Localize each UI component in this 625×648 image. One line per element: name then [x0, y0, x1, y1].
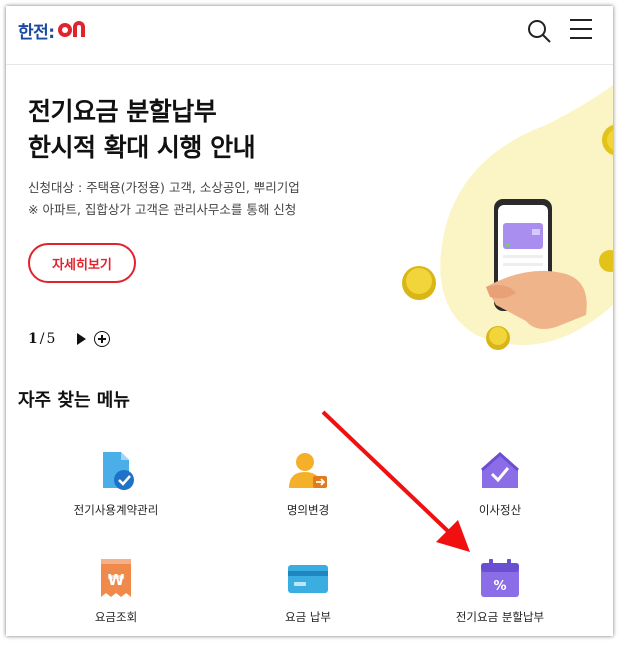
play-icon[interactable] — [77, 333, 87, 345]
banner-target-text: 신청대상 : 주택용(가정용) 고객, 소상공인, 뿌리기업 — [28, 180, 300, 195]
logo[interactable]: 한전: — [18, 18, 93, 43]
menu-item-bill-payment[interactable]: 요금 납부 — [218, 555, 398, 625]
app-frame: 한전: 전기요금 분할납부 한시적 확대 시행 안내 신청대상: 주택용(가정… — [6, 6, 613, 636]
header: 한전: — [6, 6, 613, 65]
menu-item-label: 전기사용계약관리 — [73, 503, 159, 517]
menu-item-name-change[interactable]: 명의변경 — [218, 448, 398, 518]
logo-on-mark — [57, 21, 93, 39]
view-details-button[interactable]: 자세히보기 — [28, 243, 136, 283]
banner-subtitle: 신청대상 : 주택용(가정용) 고객, 소상공인, 뿌리기업 ※ 아파트, 집합… — [28, 177, 300, 221]
calendar-percent-icon: % — [477, 555, 523, 601]
banner-title-line2: 한시적 확대 시행 안내 — [28, 133, 256, 162]
person-change-icon — [285, 448, 331, 494]
pager-separator: / — [39, 331, 45, 347]
receipt-won-icon: ₩ — [93, 555, 139, 601]
plus-circle-icon[interactable] — [94, 331, 111, 347]
menu-item-label: 요금조회 — [94, 610, 138, 624]
search-button[interactable] — [526, 18, 552, 44]
menu-item-moving-settlement[interactable]: 이사정산 — [410, 448, 590, 518]
svg-text:₩: ₩ — [108, 571, 125, 589]
menu-item-bill-inquiry[interactable]: ₩ 요금조회 — [26, 555, 206, 625]
menu-item-label: 명의변경 — [286, 503, 330, 517]
hamburger-menu-icon — [570, 19, 592, 21]
phone-payment-illustration — [386, 65, 613, 365]
menu-item-installment-payment[interactable]: % 전기요금 분할납부 — [410, 555, 590, 625]
credit-card-icon — [285, 555, 331, 601]
pager-current: 1 — [28, 331, 38, 347]
menu-item-label: 요금 납부 — [285, 610, 331, 624]
menu-item-label: 전기요금 분할납부 — [455, 610, 545, 624]
pager-total: 5 — [46, 331, 56, 347]
logo-text: 한전: — [18, 22, 55, 43]
banner-title-line1: 전기요금 분할납부 — [28, 97, 217, 126]
promo-banner: 전기요금 분할납부 한시적 확대 시행 안내 신청대상 : 주택용(가정용) 고… — [6, 65, 613, 370]
banner-note-text: ※ 아파트, 집합상가 고객은 관리사무소를 통해 신청 — [28, 202, 297, 217]
document-check-icon — [93, 448, 139, 494]
hamburger-menu-button[interactable] — [570, 19, 596, 41]
menu-item-contract[interactable]: 전기사용계약관리 — [26, 448, 206, 518]
menu-item-label: 이사정산 — [478, 503, 522, 517]
house-check-icon — [477, 448, 523, 494]
banner-title: 전기요금 분할납부 한시적 확대 시행 안내 — [28, 94, 256, 166]
banner-pager: 1 / 5 — [28, 331, 111, 347]
svg-text:%: % — [493, 579, 506, 594]
frequent-menu-title: 자주 찾는 메뉴 — [18, 390, 130, 411]
search-icon — [528, 20, 551, 43]
